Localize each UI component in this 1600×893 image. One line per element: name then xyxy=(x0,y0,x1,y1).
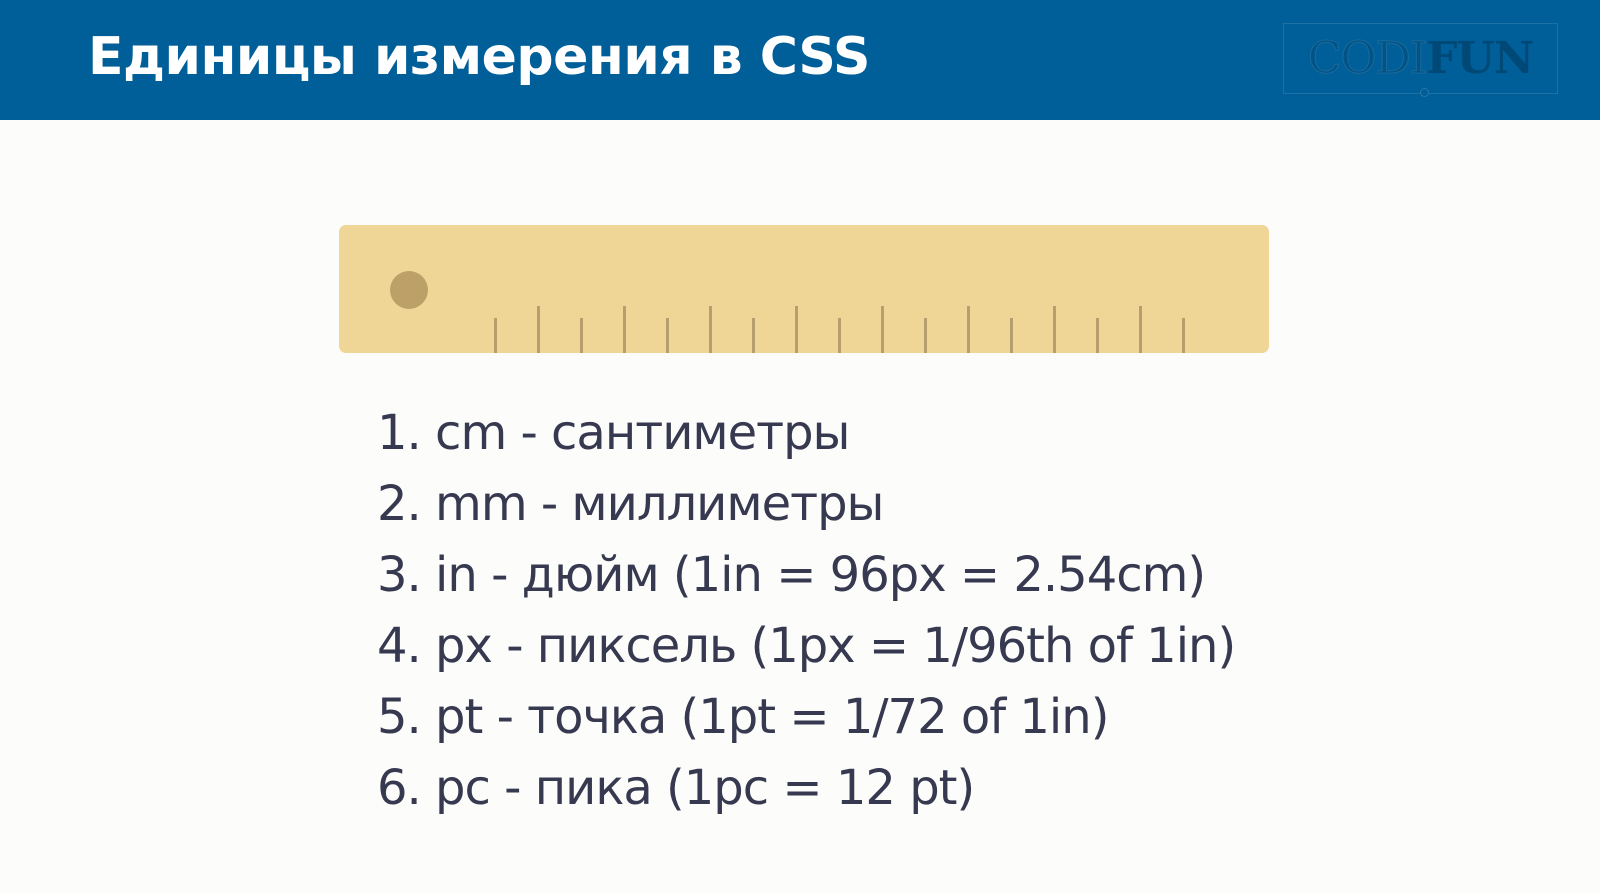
list-item: 6. pc - пика (1pc = 12 pt) xyxy=(377,760,975,816)
ruler-tick xyxy=(1053,306,1056,353)
ruler-tick xyxy=(924,318,927,353)
ruler-tick xyxy=(838,318,841,353)
ruler-illustration xyxy=(339,225,1269,353)
logo-text-fun: FUN xyxy=(1426,33,1534,84)
ruler-tick xyxy=(537,306,540,353)
ruler-tick xyxy=(494,318,497,353)
list-item: 3. in - дюйм (1in = 96px = 2.54cm) xyxy=(377,547,1206,603)
ruler-tick xyxy=(1182,318,1185,353)
ruler-tick xyxy=(580,318,583,353)
ruler-tick xyxy=(881,306,884,353)
logo-text-codi: CODI xyxy=(1307,33,1427,85)
list-item: 2. mm - миллиметры xyxy=(377,476,884,532)
ruler-tick xyxy=(795,306,798,353)
ruler-tick xyxy=(1139,306,1142,353)
list-item: 4. px - пиксель (1px = 1/96th of 1in) xyxy=(377,618,1236,674)
units-list: 1. cm - сантиметры 2. mm - миллиметры 3.… xyxy=(377,398,1236,824)
ruler-hole-icon xyxy=(390,271,428,309)
logo-dot-icon xyxy=(1420,88,1429,97)
ruler-tick xyxy=(666,318,669,353)
ruler-tick xyxy=(1096,318,1099,353)
ruler-tick xyxy=(709,306,712,353)
header-bar: Единицы измерения в CSS CODI FUN xyxy=(0,0,1600,120)
ruler-tick xyxy=(752,318,755,353)
ruler-tick xyxy=(1010,318,1013,353)
ruler-tick xyxy=(623,306,626,353)
list-item: 1. cm - сантиметры xyxy=(377,405,850,461)
list-item: 5. pt - точка (1pt = 1/72 of 1in) xyxy=(377,689,1109,745)
codifun-logo: CODI FUN xyxy=(1283,23,1558,97)
page-title: Единицы измерения в CSS xyxy=(88,27,870,87)
ruler-tick xyxy=(967,306,970,353)
